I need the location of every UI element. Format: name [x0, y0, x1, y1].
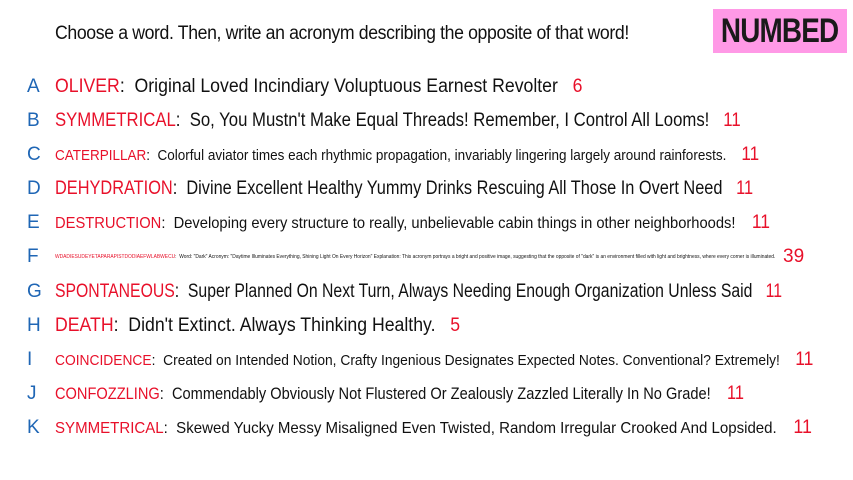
list-item: H DEATH: Didn't Extinct. Always Thinking… [0, 313, 853, 339]
entry-word: SYMMETRICAL [55, 420, 164, 437]
entry-count: 11 [723, 110, 741, 131]
entry-line: CONFOZZLING: Commendably Obviously Not F… [55, 383, 744, 404]
entry-word: WDADIESUDEYETAPARAPISTDODIAEFWLABWECU [55, 254, 176, 260]
entry-letter: H [27, 315, 41, 336]
entry-count: 11 [726, 383, 744, 404]
entry-letter: I [27, 349, 33, 370]
entry-count: 5 [450, 315, 461, 336]
entry-line: OLIVER: Original Loved Incindiary Volupt… [55, 76, 583, 97]
list-item: F WDADIESUDEYETAPARAPISTDODIAEFWLABWECU:… [0, 244, 853, 270]
entry-acronym: So, You Mustn't Make Equal Threads! Reme… [189, 110, 710, 131]
entry-word: SYMMETRICAL [55, 110, 176, 131]
entry-line: CATERPILLAR: Colorful aviator times each… [55, 144, 760, 165]
entry-acronym: Didn't Extinct. Always Thinking Healthy. [128, 315, 436, 336]
entry-count: 11 [765, 281, 782, 302]
list-item: G SPONTANEOUS: Super Planned On Next Tur… [0, 279, 853, 305]
list-item: B SYMMETRICAL: So, You Mustn't Make Equa… [0, 108, 853, 134]
entry-letter: C [27, 144, 41, 165]
entry-letter: B [27, 110, 40, 131]
list-item: C CATERPILLAR: Colorful aviator times ea… [0, 142, 853, 168]
list-item: K SYMMETRICAL: Skewed Yucky Messy Misali… [0, 415, 853, 441]
entry-acronym: Created on Intended Notion, Crafty Ingen… [163, 352, 780, 369]
entry-acronym: Skewed Yucky Messy Misaligned Even Twist… [176, 420, 777, 437]
entry-letter: E [27, 212, 40, 233]
entry-line: WDADIESUDEYETAPARAPISTDODIAEFWLABWECU: W… [55, 254, 776, 260]
entry-acronym: Colorful aviator times each rhythmic pro… [157, 147, 727, 164]
entry-letter: J [27, 383, 37, 404]
entry-letter: G [27, 281, 42, 302]
entry-word: DEHYDRATION [55, 178, 173, 199]
entry-word: SPONTANEOUS [55, 281, 175, 302]
entry-line: SYMMETRICAL: Skewed Yucky Messy Misalign… [55, 417, 812, 438]
list-item: A OLIVER: Original Loved Incindiary Volu… [0, 74, 853, 100]
entry-letter: K [27, 417, 40, 438]
entry-word: CONFOZZLING [55, 384, 160, 403]
entry-acronym: Original Loved Incindiary Voluptuous Ear… [134, 76, 558, 97]
entries-list: A OLIVER: Original Loved Incindiary Volu… [0, 0, 853, 480]
entry-acronym: Divine Excellent Healthy Yummy Drinks Re… [186, 178, 723, 199]
list-item: I COINCIDENCE: Created on Intended Notio… [0, 347, 853, 373]
entry-word: CATERPILLAR [55, 147, 147, 164]
entry-count: 11 [795, 349, 814, 370]
entry-word: DESTRUCTION [55, 215, 162, 232]
entry-letter: D [27, 178, 41, 199]
list-item: D DEHYDRATION: Divine Excellent Healthy … [0, 176, 853, 202]
entry-count: 11 [751, 212, 770, 233]
entry-count: 6 [572, 76, 583, 97]
entry-acronym: Developing every structure to really, un… [173, 215, 736, 232]
list-item: E DESTRUCTION: Developing every structur… [0, 210, 853, 236]
entry-word: OLIVER [55, 76, 120, 97]
entry-line: SPONTANEOUS: Super Planned On Next Turn,… [55, 281, 782, 302]
entry-acronym: Word: "Dark" Acronym: "Daytime Illuminat… [179, 254, 776, 260]
entry-count: 11 [736, 178, 754, 199]
entry-count: 11 [741, 144, 760, 165]
entry-word: COINCIDENCE [55, 352, 152, 369]
entry-letter: A [27, 76, 40, 97]
entry-line: DEHYDRATION: Divine Excellent Healthy Yu… [55, 178, 754, 199]
entry-count: 11 [793, 417, 812, 438]
entry-line: SYMMETRICAL: So, You Mustn't Make Equal … [55, 110, 741, 131]
entry-acronym: Commendably Obviously Not Flustered Or Z… [171, 384, 711, 403]
entry-acronym: Super Planned On Next Turn, Always Needi… [187, 281, 753, 302]
entry-letter: F [27, 246, 39, 267]
entry-count: 39 [783, 246, 805, 267]
entry-line: DESTRUCTION: Developing every structure … [55, 212, 770, 233]
entry-word: DEATH [55, 315, 114, 336]
entry-line: COINCIDENCE: Created on Intended Notion,… [55, 349, 814, 370]
list-item: J CONFOZZLING: Commendably Obviously Not… [0, 381, 853, 407]
entry-line: DEATH: Didn't Extinct. Always Thinking H… [55, 315, 461, 336]
